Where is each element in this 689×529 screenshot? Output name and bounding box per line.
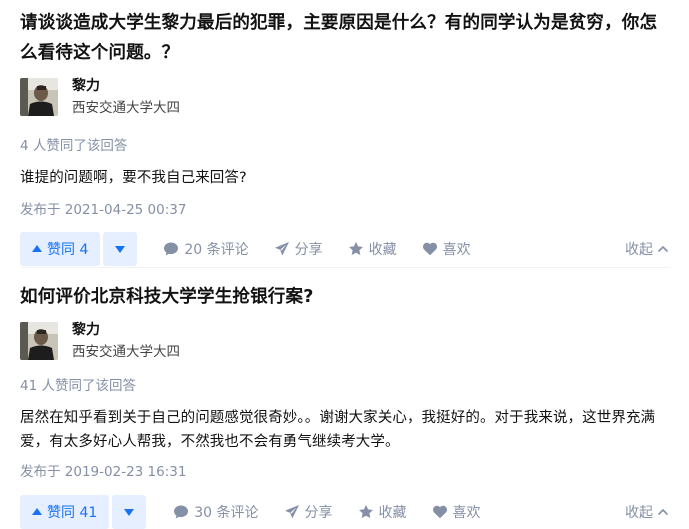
collect-label: 收藏 bbox=[368, 242, 397, 258]
share-button[interactable]: 分享 bbox=[284, 495, 333, 529]
chevron-up-icon bbox=[658, 246, 668, 252]
avatar[interactable] bbox=[20, 78, 58, 116]
upvote-label: 赞同 4 bbox=[47, 242, 89, 258]
comment-button[interactable]: 20 条评论 bbox=[163, 232, 249, 266]
collect-label: 收藏 bbox=[378, 505, 407, 521]
triangle-up-icon bbox=[32, 245, 42, 252]
like-label: 喜欢 bbox=[452, 505, 481, 521]
author-info: 黎力 西安交通大学大四 bbox=[20, 320, 669, 360]
like-label: 喜欢 bbox=[442, 242, 471, 258]
chevron-up-icon bbox=[658, 509, 668, 515]
author-name[interactable]: 黎力 bbox=[72, 320, 180, 340]
author-info: 黎力 西安交通大学大四 bbox=[20, 76, 669, 116]
share-button[interactable]: 分享 bbox=[274, 232, 323, 266]
vote-summary: 4 人赞同了该回答 bbox=[20, 138, 128, 154]
question-title-link[interactable]: 如何评价北京科技大学学生抢银行案? bbox=[20, 268, 669, 312]
upvote-label: 赞同 41 bbox=[47, 505, 98, 521]
collapse-label: 收起 bbox=[625, 242, 653, 258]
comment-label: 20 条评论 bbox=[184, 242, 249, 258]
upvote-button[interactable]: 赞同 41 bbox=[20, 495, 110, 529]
publish-time[interactable]: 发布于 2019-02-23 16:31 bbox=[20, 462, 669, 482]
downvote-button[interactable] bbox=[112, 495, 147, 529]
comment-bubble-icon bbox=[174, 505, 189, 519]
like-button[interactable]: 喜欢 bbox=[422, 232, 471, 266]
answer-card: 请谈谈造成大学生黎力最后的犯罪，主要原因是什么？有的同学认为是贫穷，你怎么看待这… bbox=[0, 0, 689, 268]
action-bar: 赞同 41 30 条评论 分享 收藏 喜欢 收起 bbox=[20, 495, 669, 529]
paper-plane-icon bbox=[274, 242, 289, 256]
author-name[interactable]: 黎力 bbox=[72, 76, 180, 96]
triangle-up-icon bbox=[32, 508, 42, 515]
publish-time[interactable]: 发布于 2021-04-25 00:37 bbox=[20, 200, 669, 220]
downvote-button[interactable] bbox=[103, 232, 138, 266]
like-button[interactable]: 喜欢 bbox=[432, 495, 481, 529]
author-headline: 西安交通大学大四 bbox=[72, 100, 180, 116]
triangle-down-icon bbox=[115, 245, 126, 253]
vote-summary: 41 人赞同了该回答 bbox=[20, 378, 136, 394]
collect-button[interactable]: 收藏 bbox=[358, 495, 407, 529]
answer-content: 谁提的问题啊，要不我自己来回答? bbox=[20, 170, 247, 186]
answer-card: 如何评价北京科技大学学生抢银行案? 黎力 西安交通大学大四 41 人赞同了该回答… bbox=[0, 268, 689, 529]
collect-button[interactable]: 收藏 bbox=[348, 232, 397, 266]
author-headline: 西安交通大学大四 bbox=[72, 344, 180, 360]
comment-button[interactable]: 30 条评论 bbox=[173, 495, 259, 529]
paper-plane-icon bbox=[284, 505, 299, 519]
heart-icon bbox=[422, 242, 437, 256]
answer-feed: 请谈谈造成大学生黎力最后的犯罪，主要原因是什么？有的同学认为是贫穷，你怎么看待这… bbox=[0, 0, 689, 529]
action-bar: 赞同 4 20 条评论 分享 收藏 喜欢 收起 bbox=[20, 232, 669, 266]
question-title-link[interactable]: 请谈谈造成大学生黎力最后的犯罪，主要原因是什么？有的同学认为是贫穷，你怎么看待这… bbox=[20, 0, 669, 68]
share-label: 分享 bbox=[294, 242, 323, 258]
heart-icon bbox=[432, 505, 447, 519]
share-label: 分享 bbox=[304, 505, 333, 521]
triangle-down-icon bbox=[124, 508, 135, 516]
comment-label: 30 条评论 bbox=[194, 505, 259, 521]
comment-bubble-icon bbox=[164, 242, 179, 256]
collapse-button[interactable]: 收起 bbox=[625, 495, 669, 529]
upvote-button[interactable]: 赞同 4 bbox=[20, 232, 101, 266]
answer-content: 居然在知乎看到关于自己的问题感觉很奇妙。。谢谢大家关心，我挺好的。对于我来说，这… bbox=[20, 410, 656, 450]
star-icon bbox=[358, 505, 373, 518]
collapse-button[interactable]: 收起 bbox=[625, 232, 669, 266]
avatar[interactable] bbox=[20, 322, 58, 360]
star-icon bbox=[348, 242, 363, 255]
collapse-label: 收起 bbox=[625, 505, 653, 521]
